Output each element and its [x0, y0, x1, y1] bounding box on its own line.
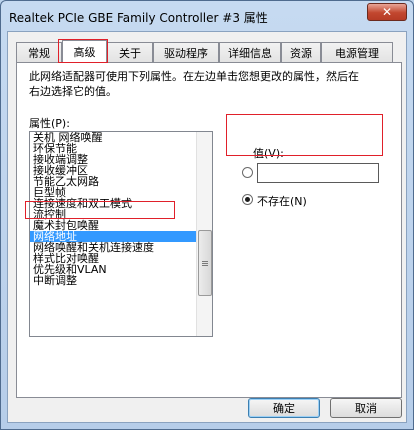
- value-radio[interactable]: [242, 167, 253, 178]
- value-input[interactable]: [257, 163, 379, 183]
- scroll-thumb[interactable]: [198, 230, 212, 296]
- tab-driver[interactable]: 驱动程序: [153, 42, 219, 62]
- not-present-label: 不存在(N): [257, 195, 307, 208]
- not-present-radio[interactable]: [242, 194, 253, 205]
- tab-details[interactable]: 详细信息: [219, 42, 281, 62]
- tab-power-management[interactable]: 电源管理: [321, 42, 393, 62]
- properties-label: 属性(P):: [29, 117, 70, 130]
- description-text: 此网络适配器可使用下列属性。在左边单击您想更改的属性，然后在右边选择它的值。: [29, 70, 359, 98]
- property-list-item[interactable]: 中断调整: [30, 275, 196, 286]
- tab-about[interactable]: 关于: [107, 42, 153, 62]
- value-label: 值(V):: [253, 147, 284, 160]
- grip-icon: [202, 261, 208, 262]
- grip-icon-line: [202, 263, 208, 264]
- properties-dialog: Realtek PCIe GBE Family Controller #3 属性…: [0, 0, 414, 430]
- cancel-button[interactable]: 取消: [330, 398, 402, 418]
- dialog-client-area: 常规 高级 关于 驱动程序 详细信息 资源 电源管理 此网络适配器可使用下列属性…: [7, 31, 407, 423]
- grip-icon-line: [202, 265, 208, 266]
- close-icon: ✕: [381, 5, 393, 19]
- window-title: Realtek PCIe GBE Family Controller #3 属性: [9, 11, 268, 25]
- tab-advanced[interactable]: 高级: [62, 40, 107, 63]
- close-button[interactable]: ✕: [367, 3, 407, 21]
- tab-strip: 常规 高级 关于 驱动程序 详细信息 资源 电源管理: [16, 40, 402, 63]
- property-list[interactable]: 关机 网络唤醒 环保节能 接收端调整 接收缓冲区 节能乙太网路 巨型帧 连接速度和双工模式流…: [29, 131, 213, 337]
- property-list-scrollbar[interactable]: [196, 132, 212, 336]
- ok-button[interactable]: 确定: [248, 398, 320, 418]
- advanced-panel: 此网络适配器可使用下列属性。在左边单击您想更改的属性，然后在右边选择它的值。 属…: [16, 62, 402, 398]
- title-bar: Realtek PCIe GBE Family Controller #3 属性…: [1, 1, 413, 31]
- tab-resources[interactable]: 资源: [281, 42, 321, 62]
- tab-general[interactable]: 常规: [16, 42, 62, 62]
